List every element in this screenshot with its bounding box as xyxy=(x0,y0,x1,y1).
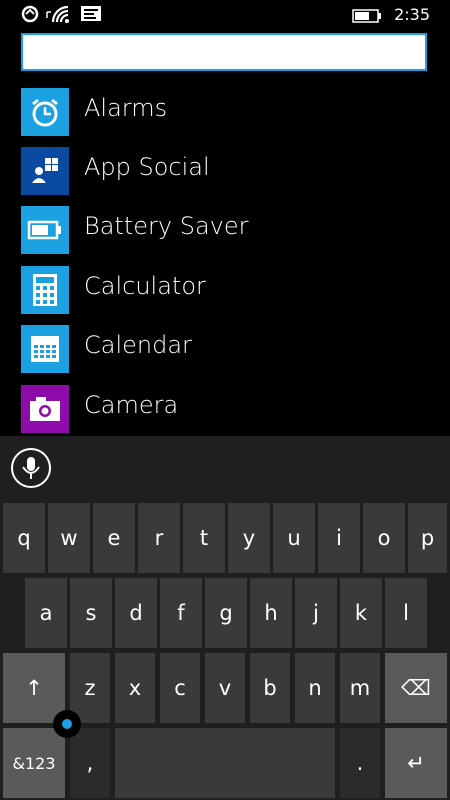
key-q[interactable]: q xyxy=(3,503,45,573)
key-t[interactable]: t xyxy=(183,503,225,573)
microphone-icon xyxy=(22,457,40,479)
period-key[interactable]: . xyxy=(340,728,380,798)
key-b[interactable]: b xyxy=(250,653,290,723)
key-f[interactable]: f xyxy=(160,578,202,648)
key-r[interactable]: r xyxy=(138,503,180,573)
app-label: App Social xyxy=(84,153,210,181)
app-item-app-social[interactable]: App Social xyxy=(0,147,450,197)
backspace-key[interactable]: ⌫ xyxy=(385,653,447,723)
key-k[interactable]: k xyxy=(340,578,382,648)
key-w[interactable]: w xyxy=(48,503,90,573)
app-list: Alarms App Social Battery Saver Calculat… xyxy=(0,88,450,436)
search-box[interactable] xyxy=(21,33,427,71)
app-item-calendar[interactable]: Calendar xyxy=(0,325,450,375)
key-e[interactable]: e xyxy=(93,503,135,573)
key-m[interactable]: m xyxy=(340,653,380,723)
key-h[interactable]: h xyxy=(250,578,292,648)
calendar-icon xyxy=(21,325,69,373)
microphone-button[interactable] xyxy=(11,448,51,488)
app-item-calculator[interactable]: Calculator xyxy=(0,266,450,316)
app-label: Calendar xyxy=(84,331,192,359)
status-time: 2:35 xyxy=(394,5,430,24)
wifi-icon xyxy=(50,4,72,30)
key-d[interactable]: d xyxy=(115,578,157,648)
calculator-icon xyxy=(21,266,69,314)
camera-icon xyxy=(21,385,69,433)
app-item-alarms[interactable]: Alarms xyxy=(0,88,450,138)
key-a[interactable]: a xyxy=(25,578,67,648)
app-item-camera[interactable]: Camera xyxy=(0,385,450,435)
key-j[interactable]: j xyxy=(295,578,337,648)
on-screen-keyboard: q w e r t y u i o p a s d f g h j k l ↑ … xyxy=(0,436,450,800)
enter-key[interactable]: ↵ xyxy=(385,728,447,798)
key-c[interactable]: c xyxy=(160,653,200,723)
search-input[interactable] xyxy=(23,35,425,69)
key-g[interactable]: g xyxy=(205,578,247,648)
app-label: Battery Saver xyxy=(84,212,249,240)
app-label: Camera xyxy=(84,391,179,419)
key-i[interactable]: i xyxy=(318,503,360,573)
alarm-icon xyxy=(21,88,69,136)
message-icon xyxy=(80,4,102,28)
key-l[interactable]: l xyxy=(385,578,427,648)
app-item-battery-saver[interactable]: Battery Saver xyxy=(0,206,450,256)
symbols-key[interactable]: &123 xyxy=(3,728,65,798)
app-label: Calculator xyxy=(84,272,206,300)
key-y[interactable]: y xyxy=(228,503,270,573)
key-o[interactable]: o xyxy=(363,503,405,573)
key-u[interactable]: u xyxy=(273,503,315,573)
battery-icon xyxy=(352,8,382,27)
key-x[interactable]: x xyxy=(115,653,155,723)
comma-key[interactable]: , xyxy=(70,728,110,798)
key-n[interactable]: n xyxy=(295,653,335,723)
text-cursor-handle[interactable] xyxy=(53,710,81,738)
key-p[interactable]: p xyxy=(408,503,447,573)
space-key[interactable] xyxy=(115,728,335,798)
app-label: Alarms xyxy=(84,94,168,122)
app-social-icon xyxy=(21,147,69,195)
battery-saver-icon xyxy=(21,206,69,254)
status-bar: 2:35 xyxy=(0,0,450,30)
shift-key[interactable]: ↑ xyxy=(3,653,65,723)
sync-icon xyxy=(20,4,40,28)
key-s[interactable]: s xyxy=(70,578,112,648)
key-v[interactable]: v xyxy=(205,653,245,723)
